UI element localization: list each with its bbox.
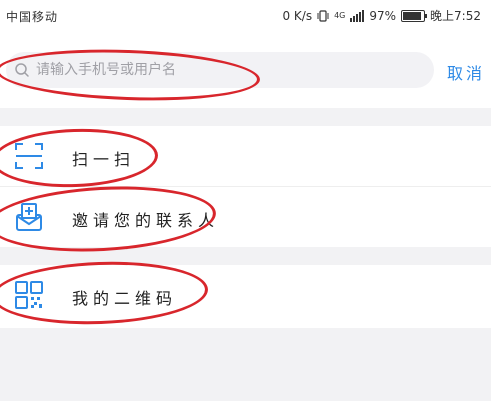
menu-group-qr: 我的二维码 (0, 265, 491, 328)
menu-item-label: 扫一扫 (72, 150, 136, 169)
battery-percent: 97% (369, 8, 397, 23)
status-indicators: 0 K/s 4G 97% 晚上7:52 (282, 7, 481, 24)
menu-item-invite-contacts[interactable]: 邀请您的联系人 (0, 186, 491, 247)
menu-item-my-qr-code[interactable]: 我的二维码 (0, 265, 491, 325)
search-box[interactable] (6, 52, 434, 88)
cancel-button[interactable]: 取消 (447, 60, 485, 84)
status-bar: 中国移动 0 K/s 4G 97% 晚上7:52 (0, 0, 491, 30)
clock: 晚上7:52 (430, 9, 481, 23)
network-speed: 0 K/s (282, 8, 313, 23)
battery-icon (401, 9, 428, 22)
qr-code-icon (15, 281, 43, 309)
scan-icon (15, 143, 43, 169)
menu-item-scan[interactable]: 扫一扫 (0, 126, 491, 186)
search-bar: 取消 (0, 30, 491, 108)
search-icon (15, 63, 29, 77)
search-input[interactable] (36, 52, 416, 88)
menu-item-label: 我的二维码 (72, 289, 178, 308)
invite-contacts-icon (16, 203, 42, 231)
menu-group-actions: 扫一扫 邀请您的联系人 (0, 126, 491, 247)
menu-item-label: 邀请您的联系人 (72, 211, 220, 230)
carrier-name: 中国移动 (6, 10, 59, 24)
signal-icon (350, 9, 365, 22)
vibrate-icon (317, 9, 329, 22)
network-type: 4G (334, 11, 346, 20)
